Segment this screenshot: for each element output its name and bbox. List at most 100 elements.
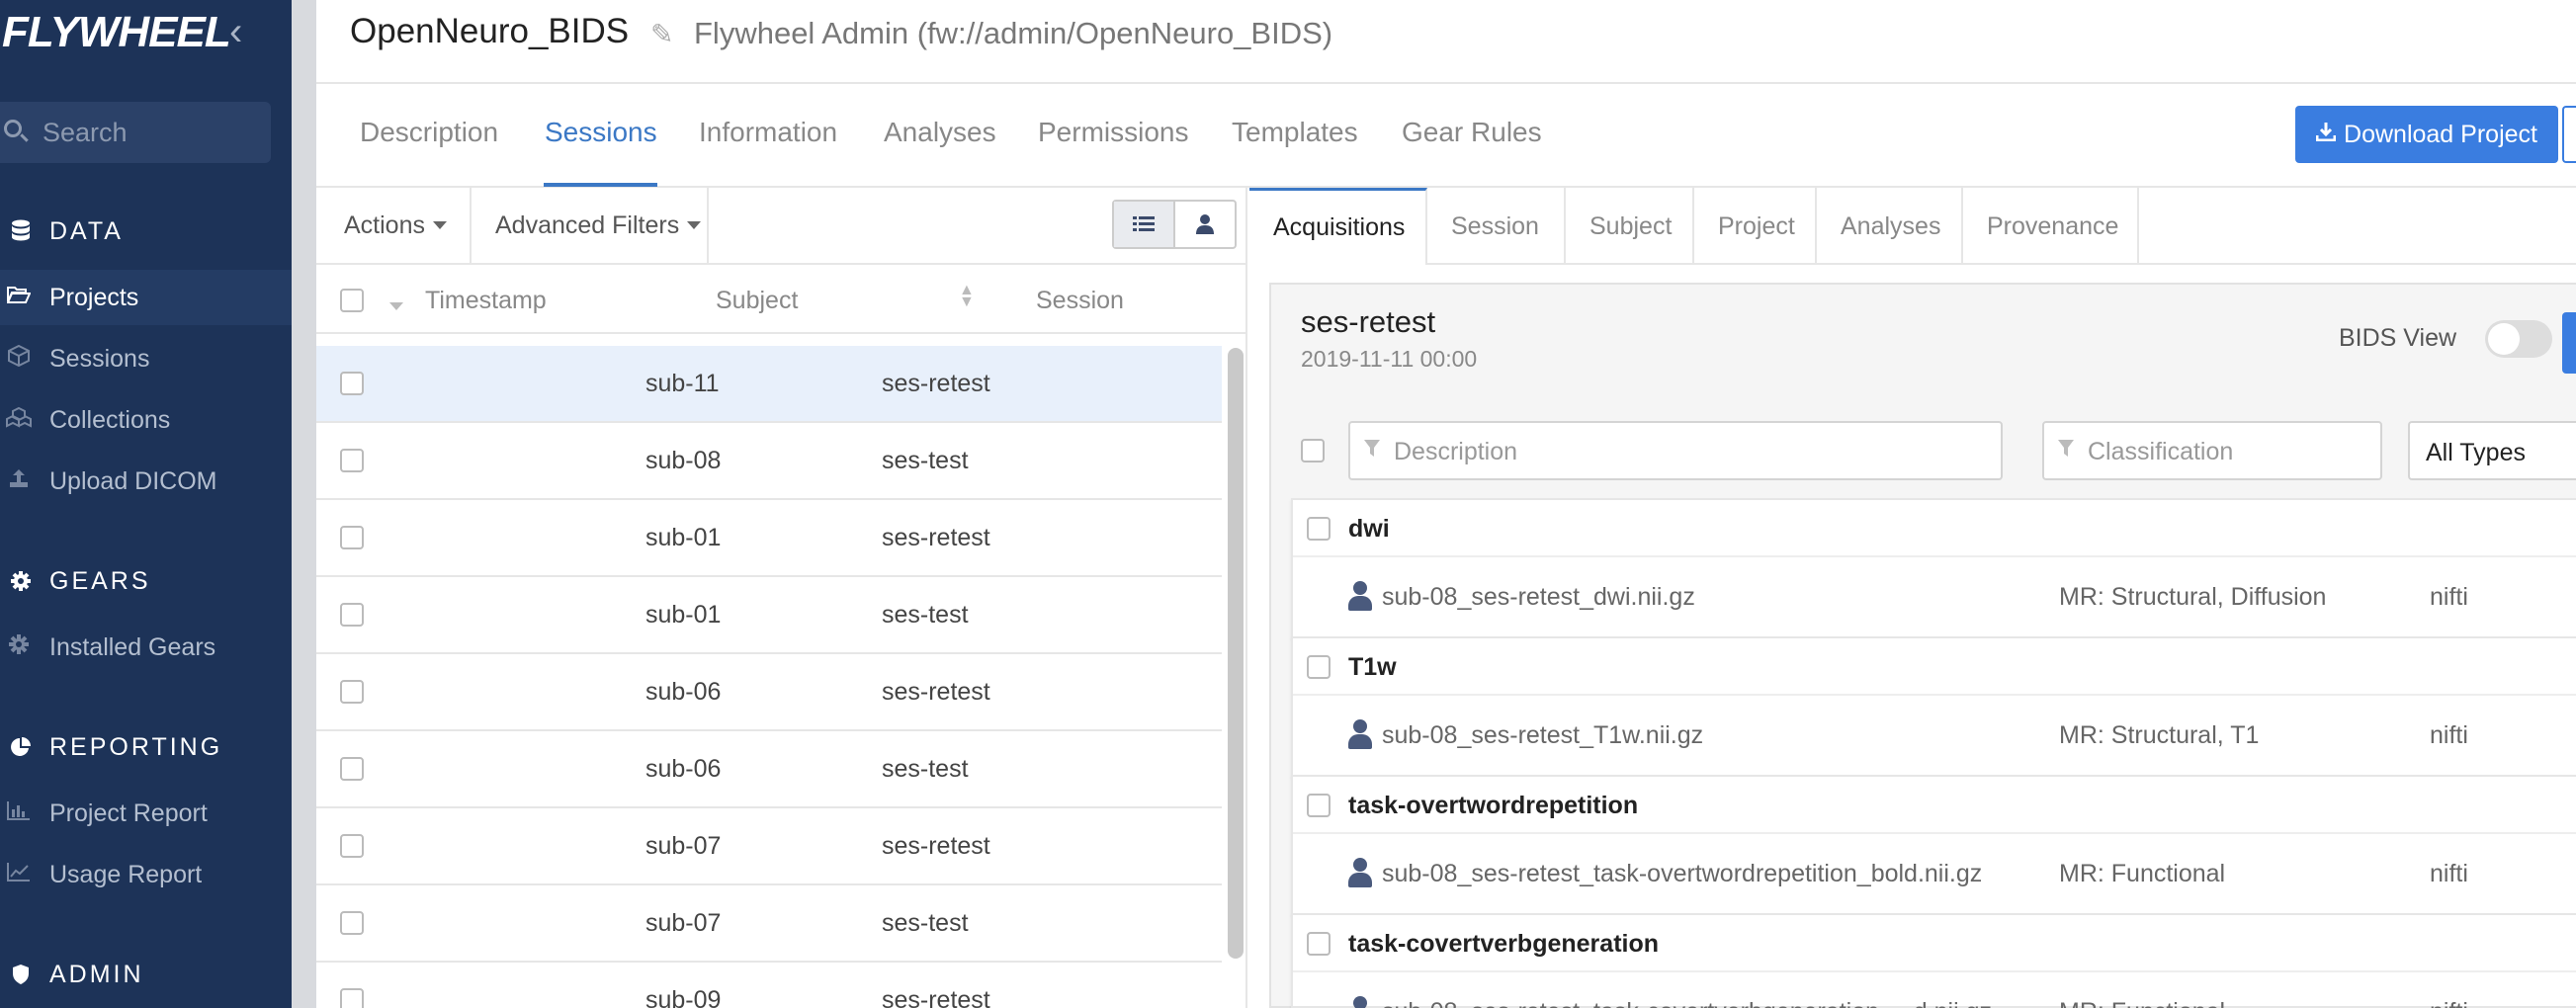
flywheel-logo[interactable]: FLYWHEEL [2,8,231,57]
bids-view-toggle[interactable] [2485,320,2552,358]
row-checkbox[interactable] [340,449,364,472]
session-title: ses-retest [1301,304,1436,339]
sidebar-item-usage-report[interactable]: Usage Report [0,847,292,902]
row-session: ses-retest [882,832,990,860]
file-type: nifti [2430,998,2468,1008]
table-row[interactable]: sub-09 ses-retest [316,963,1222,1008]
folder-open-icon [4,285,34,310]
file-name[interactable]: sub-08_ses-retest_dwi.nii.gz [1382,583,1695,612]
column-session[interactable]: Session [1036,287,1124,315]
database-icon [6,216,36,246]
file-type: nifti [2430,583,2468,611]
scrollbar[interactable] [1228,348,1244,959]
chevron-left-icon[interactable]: ‹ [229,10,242,54]
file-row[interactable]: sub-08_ses-retest_T1w.nii.gz MR: Structu… [1293,698,2576,777]
tab-project[interactable]: Project [1694,188,1817,265]
sidebar-item-project-report[interactable]: Project Report [0,786,292,841]
file-name[interactable]: sub-08_ses-retest_T1w.nii.gz [1382,721,1703,750]
tab-analyses[interactable]: Analyses [884,117,996,148]
cube-icon [4,344,34,373]
session-timestamp: 2019-11-11 00:00 [1301,346,1478,372]
table-row[interactable]: sub-06 ses-retest [316,654,1222,731]
tab-analyses[interactable]: Analyses [1817,188,1963,265]
gear-icon [6,566,36,596]
row-checkbox[interactable] [340,603,364,627]
acquisition-name[interactable]: dwi [1348,515,1390,544]
acquisition-checkbox[interactable] [1307,932,1331,956]
acquisition-group: task-covertverbgeneration sub-08_ses-ret… [1291,913,2576,1008]
tab-information[interactable]: Information [699,117,837,148]
table-row[interactable]: sub-07 ses-test [316,885,1222,963]
classification-filter[interactable] [2042,421,2382,480]
column-subject[interactable]: Subject [716,287,798,315]
tab-description[interactable]: Description [360,117,498,148]
row-checkbox[interactable] [340,680,364,704]
advanced-filters-dropdown[interactable]: Advanced Filters [472,188,709,263]
file-row[interactable]: sub-08_ses-retest_task-covertverbgenerat… [1293,974,2576,1008]
acquisition-name[interactable]: T1w [1348,653,1397,682]
sidebar-item-label: Usage Report [49,860,203,888]
acquisition-name[interactable]: task-covertverbgeneration [1348,930,1659,959]
acquisition-checkbox[interactable] [1307,517,1331,541]
pencil-icon[interactable]: ✎ [650,18,673,50]
search-input[interactable] [43,112,260,153]
sidebar-divider [292,0,316,1008]
tab-provenance[interactable]: Provenance [1963,188,2139,265]
select-all-checkbox[interactable] [340,289,364,312]
select-all-acquisitions-checkbox[interactable] [1301,439,1325,462]
table-row[interactable]: sub-07 ses-retest [316,808,1222,885]
file-name[interactable]: sub-08_ses-retest_task-covertverbgenerat… [1382,998,1992,1008]
column-timestamp[interactable]: Timestamp [425,287,547,315]
row-checkbox[interactable] [340,757,364,781]
file-name[interactable]: sub-08_ses-retest_task-overtwordrepetiti… [1382,860,1982,888]
row-checkbox[interactable] [340,911,364,935]
description-filter[interactable] [1348,421,2003,480]
acquisition-name[interactable]: task-overtwordrepetition [1348,792,1638,820]
section-gears: GEARS [0,561,151,601]
row-checkbox[interactable] [340,988,364,1008]
tab-subject[interactable]: Subject [1566,188,1694,265]
acquisition-header: dwi [1293,500,2576,557]
table-row[interactable]: sub-01 ses-retest [316,500,1222,577]
tab-session[interactable]: Session [1427,188,1566,265]
type-select[interactable]: All Types [2408,421,2576,480]
actions-dropdown[interactable]: Actions [316,188,472,263]
row-checkbox[interactable] [340,372,364,395]
acquisition-checkbox[interactable] [1307,794,1331,817]
file-row[interactable]: sub-08_ses-retest_task-overtwordrepetiti… [1293,836,2576,915]
sort-icon[interactable]: ▲ ▼ [959,283,975,310]
list-view-icon[interactable] [1114,202,1175,247]
table-row[interactable]: sub-01 ses-test [316,577,1222,654]
subject-view-icon[interactable] [1175,202,1235,247]
sidebar-item-sessions[interactable]: Sessions [0,331,292,386]
sort-down-icon[interactable] [389,302,403,310]
tab-acquisitions[interactable]: Acquisitions [1249,188,1427,265]
tab-templates[interactable]: Templates [1232,117,1358,148]
person-icon [1348,996,1372,1008]
project-tabs: Description Sessions Information Analyse… [316,85,2576,188]
more-actions-button[interactable] [2562,106,2576,163]
file-row[interactable]: sub-08_ses-retest_dwi.nii.gz MR: Structu… [1293,559,2576,638]
sidebar-item-label: Sessions [49,344,150,373]
file-type: nifti [2430,721,2468,749]
search-icon [4,120,22,137]
row-checkbox[interactable] [340,526,364,549]
table-row[interactable]: sub-06 ses-test [316,731,1222,808]
sidebar-item-installed-gears[interactable]: Installed Gears [0,620,292,675]
classification-filter-input[interactable] [2088,433,2357,470]
tab-gear-rules[interactable]: Gear Rules [1402,117,1542,148]
table-row[interactable]: sub-08 ses-test [316,423,1222,500]
description-filter-input[interactable] [1394,433,1915,470]
sidebar-item-projects[interactable]: Projects [0,270,292,325]
row-checkbox[interactable] [340,834,364,858]
row-session: ses-test [882,447,969,474]
sidebar-item-upload-dicom[interactable]: Upload DICOM [0,454,292,509]
sidebar-item-collections[interactable]: Collections [0,392,292,448]
acquisition-checkbox[interactable] [1307,655,1331,679]
download-project-button[interactable]: Download Project [2295,106,2558,163]
tab-permissions[interactable]: Permissions [1038,117,1188,148]
upload-button[interactable] [2562,312,2576,374]
tab-sessions[interactable]: Sessions [545,117,657,148]
filters-label: Advanced Filters [495,210,680,239]
table-row[interactable]: sub-11 ses-retest [316,346,1222,423]
